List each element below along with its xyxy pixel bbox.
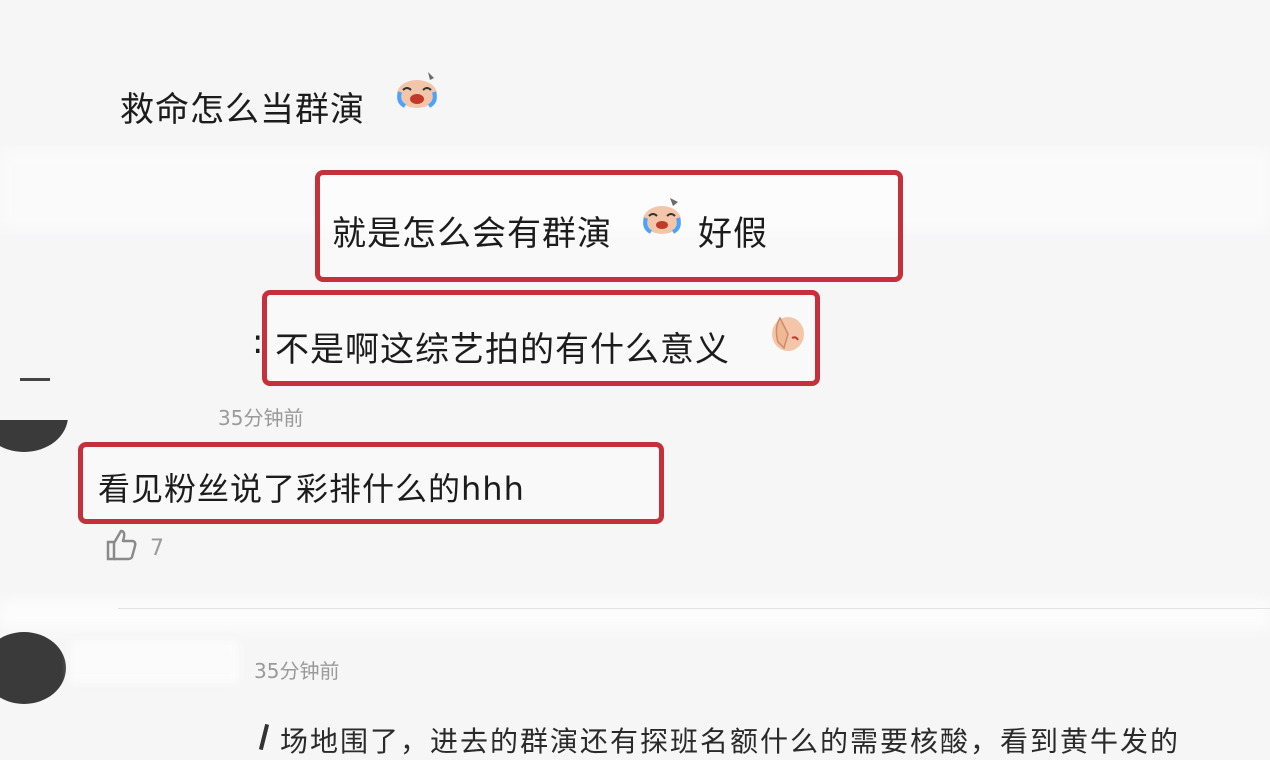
thumbs-up-icon[interactable] [104, 528, 138, 562]
avatar-mark [20, 378, 50, 381]
comment-timestamp: 35分钟前 [218, 406, 304, 430]
like-count: 7 [150, 536, 164, 561]
comment-text: 救命怎么当群演 [120, 90, 365, 130]
divider [118, 608, 1270, 609]
comment-text: 不是啊这综艺拍的有什么意义 [275, 330, 730, 370]
comment-prefix: : [252, 322, 265, 362]
facepalm-icon [772, 316, 804, 351]
avatar[interactable] [0, 632, 66, 704]
crying-face-icon [643, 198, 681, 234]
comment-text: 看见粉丝说了彩排什么的hhh [98, 470, 525, 508]
background-band [0, 600, 1270, 630]
avatar[interactable] [0, 420, 68, 452]
crying-face-icon [397, 72, 437, 108]
comment-timestamp: 35分钟前 [254, 659, 340, 683]
comment-suffix: 好假 [698, 214, 768, 254]
comment-text: 就是怎么会有群演 [332, 214, 612, 254]
comment-text: 场地围了，进去的群演还有探班名额什么的需要核酸，看到黄牛发的 [280, 725, 1181, 758]
blurred-username [70, 640, 240, 684]
text-cursor-mark [258, 723, 270, 751]
